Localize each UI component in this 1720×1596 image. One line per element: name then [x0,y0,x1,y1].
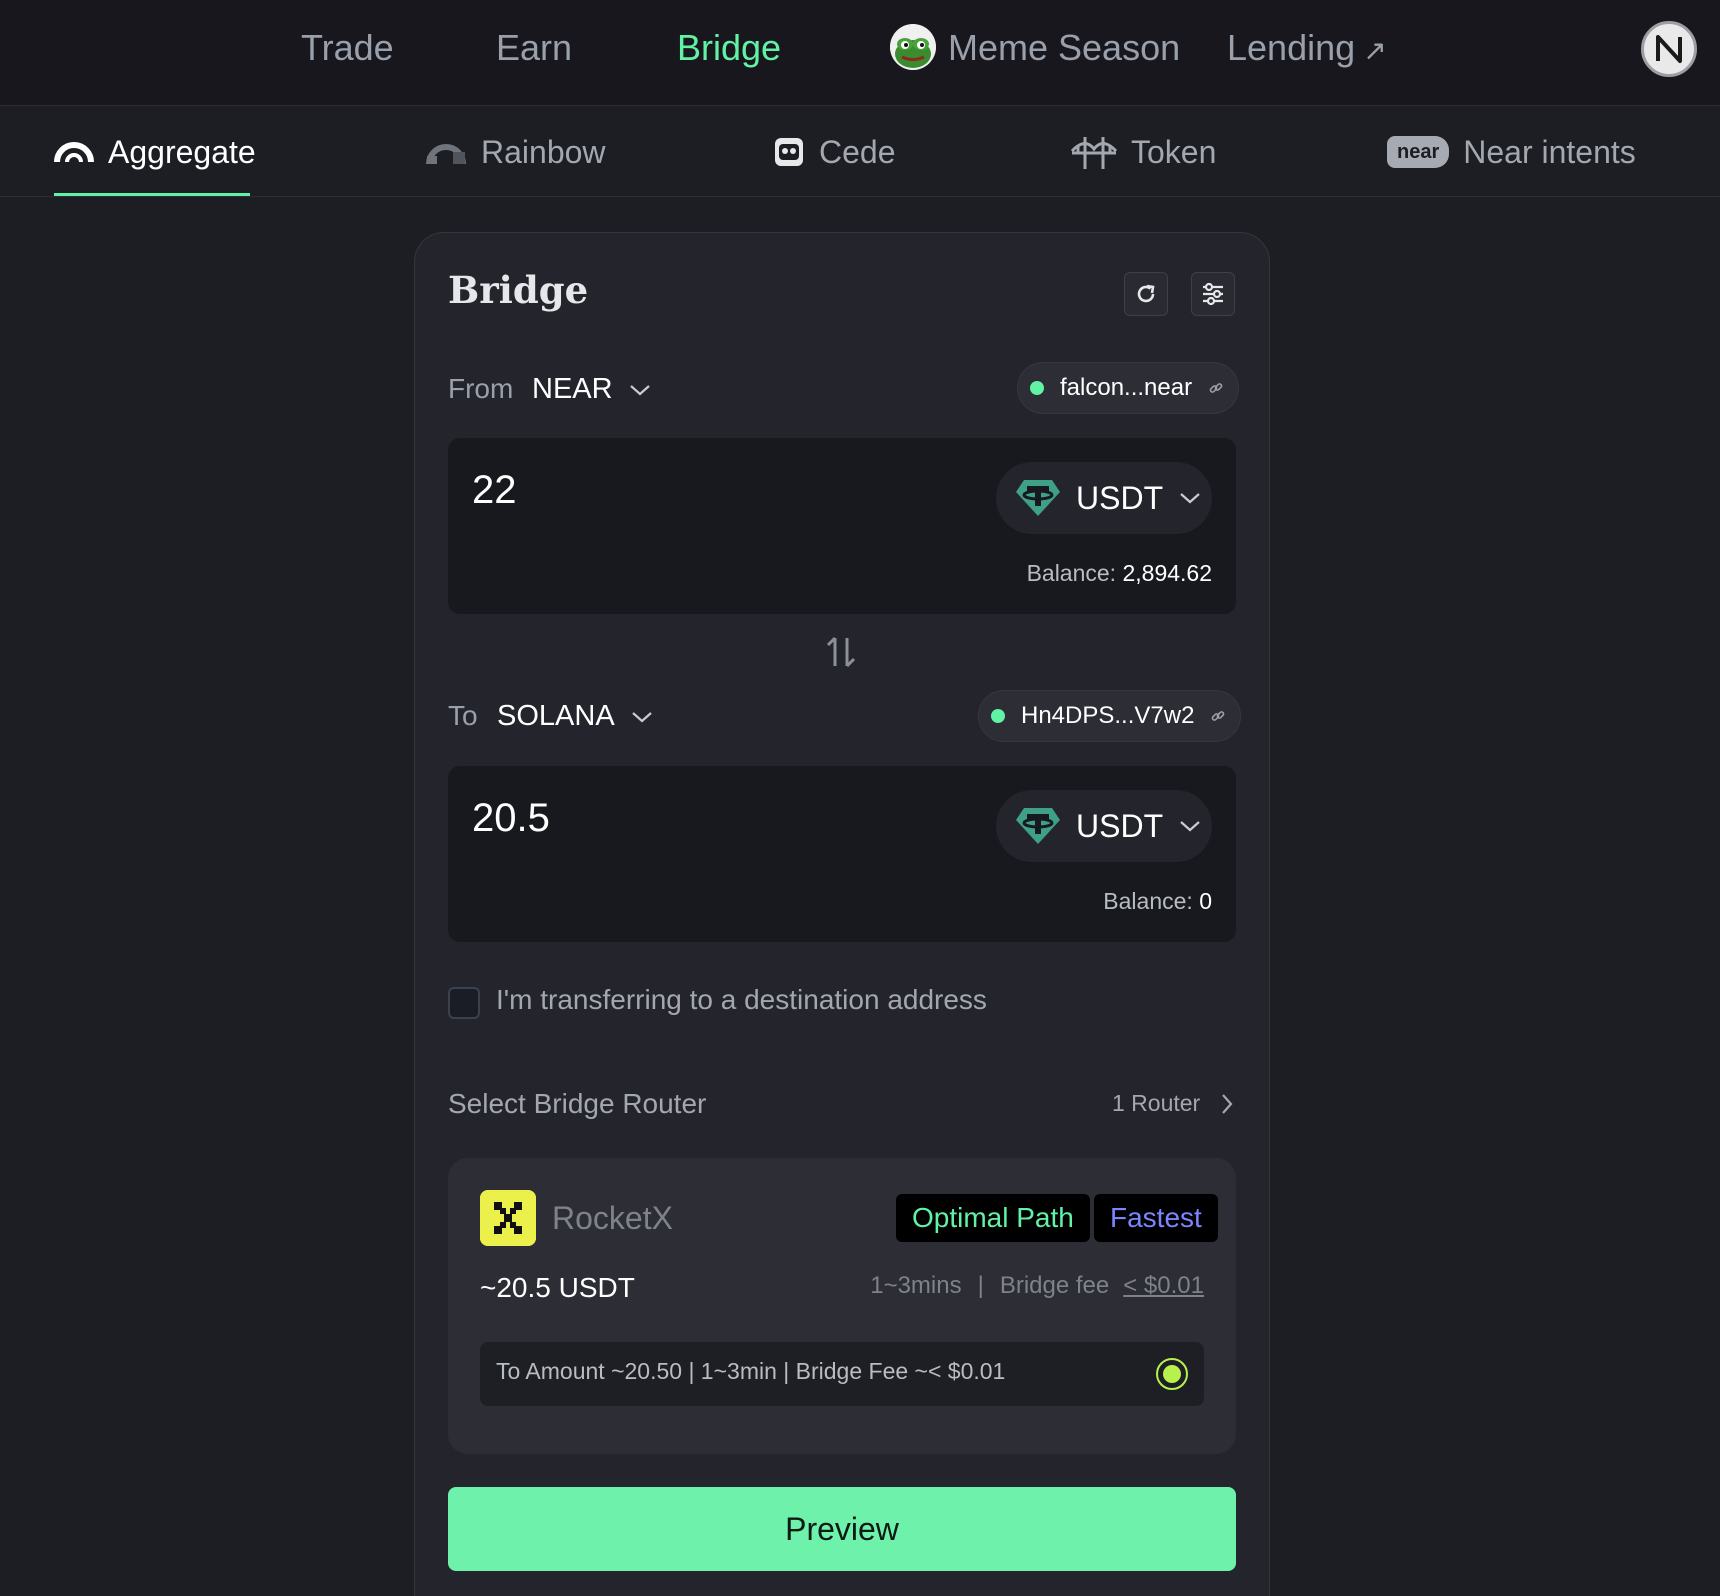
preview-button[interactable]: Preview [448,1487,1236,1571]
router-count: 1 Router [1112,1090,1201,1116]
nav-meme-season-label: Meme Season [948,27,1181,68]
swap-arrows-icon [826,636,856,668]
to-amount-box: 20.5 USDT Balance: 0 [448,766,1236,942]
router-meta: 1~3mins | Bridge fee < $0.01 [870,1272,1204,1299]
destination-address-checkbox[interactable] [448,987,480,1019]
tether-usdt-icon [1016,808,1060,844]
nav-meme-season[interactable]: Meme Season [890,22,1180,74]
route-radio-selected[interactable] [1156,1358,1188,1390]
tab-token[interactable]: Token [1071,129,1216,175]
to-label: To [448,700,478,731]
tether-usdt-icon [1016,480,1060,516]
external-link-icon: ↗ [1363,35,1387,66]
tab-cede-label: Cede [819,134,896,170]
chevron-down-icon [1180,821,1200,832]
router-amount: ~20.5 USDT [480,1272,635,1303]
optimal-path-badge: Optimal Path [896,1194,1090,1242]
link-icon [1208,380,1224,396]
router-fee-label: Bridge fee [999,1272,1110,1299]
link-icon [1210,708,1226,724]
connected-status-dot [991,709,1005,723]
router-count-link[interactable]: 1 Router [1112,1090,1234,1117]
swap-direction-button[interactable] [826,634,856,675]
destination-address-label[interactable]: I'm transferring to a destination addres… [496,984,987,1016]
tab-rainbow[interactable]: Rainbow [425,129,606,175]
tab-rainbow-label: Rainbow [481,134,606,170]
rainbow-arc-icon [54,140,94,164]
from-balance: Balance: 2,894.62 [1026,560,1212,586]
router-fee-value: < $0.01 [1123,1272,1204,1299]
wallet-avatar[interactable] [1641,21,1697,77]
tab-cede[interactable]: Cede [773,129,896,175]
connected-status-dot [1030,381,1044,395]
tab-aggregate-label: Aggregate [108,134,256,170]
router-name: RocketX [552,1200,673,1236]
active-tab-indicator [54,193,250,196]
nav-lending-label: Lending [1227,27,1356,68]
tab-token-label: Token [1131,134,1217,170]
cede-logo-icon [773,136,805,168]
tab-near-intents-label: Near intents [1463,134,1636,170]
chevron-down-icon [629,384,650,395]
nav-trade[interactable]: Trade [301,22,394,74]
near-badge-icon: near [1387,136,1450,168]
from-chain-name: NEAR [532,373,613,405]
route-summary: To Amount ~20.50 | 1~3min | Bridge Fee ~… [496,1358,1006,1384]
settings-button[interactable] [1191,272,1235,316]
pepe-frog-icon [890,24,936,71]
from-token-selector[interactable]: USDT [996,462,1212,534]
bridge-icon [1071,133,1117,171]
nav-bridge[interactable]: Bridge [677,22,781,74]
from-amount-input[interactable]: 22 [472,468,517,513]
fastest-badge: Fastest [1094,1194,1218,1242]
refresh-icon [1137,284,1155,303]
to-chain-name: SOLANA [497,700,615,732]
tab-near-intents[interactable]: near Near intents [1387,129,1636,175]
top-navigation: Trade Earn Bridge Meme Season Lending ↗ [0,0,1720,106]
from-amount-box: 22 USDT Balance: 2,894.62 [448,438,1236,614]
near-logo-icon [1656,35,1682,63]
refresh-button[interactable] [1124,272,1168,316]
to-chain-selector[interactable]: SOLANA [497,700,653,733]
route-summary-row[interactable]: To Amount ~20.50 | 1~3min | Bridge Fee ~… [480,1342,1204,1406]
select-router-label: Select Bridge Router [448,1088,707,1119]
rainbow-logo-icon [425,138,467,166]
router-option-rocketx[interactable]: RocketX Optimal Path Fastest ~20.5 USDT … [448,1158,1236,1454]
sliders-icon [1203,282,1223,306]
to-address-pill[interactable]: Hn4DPS...V7w2 [978,690,1242,742]
from-address-pill[interactable]: falcon...near [1017,362,1240,414]
nav-earn[interactable]: Earn [496,22,572,74]
rocketx-logo-icon [480,1190,536,1246]
bridge-provider-tabs: Aggregate Rainbow Cede Token near Near i… [0,107,1720,197]
chevron-down-icon [1180,493,1200,504]
to-balance-value: 0 [1199,888,1212,914]
chevron-right-icon [1222,1093,1233,1114]
from-chain-selector[interactable]: NEAR [532,373,651,406]
from-address: falcon...near [1060,374,1193,401]
to-amount-output: 20.5 [472,796,550,840]
to-balance: Balance: 0 [1103,888,1212,914]
chevron-down-icon [631,711,652,722]
from-balance-value: 2,894.62 [1122,560,1212,586]
router-time: 1~3mins [870,1272,962,1299]
tab-aggregate[interactable]: Aggregate [54,129,256,175]
from-label: From [448,373,514,404]
from-token-name: USDT [1076,479,1164,516]
to-address: Hn4DPS...V7w2 [1021,702,1195,729]
to-token-selector[interactable]: USDT [996,790,1212,862]
to-token-name: USDT [1076,807,1164,844]
nav-lending[interactable]: Lending ↗ [1227,22,1387,77]
card-title: Bridge [448,268,589,312]
